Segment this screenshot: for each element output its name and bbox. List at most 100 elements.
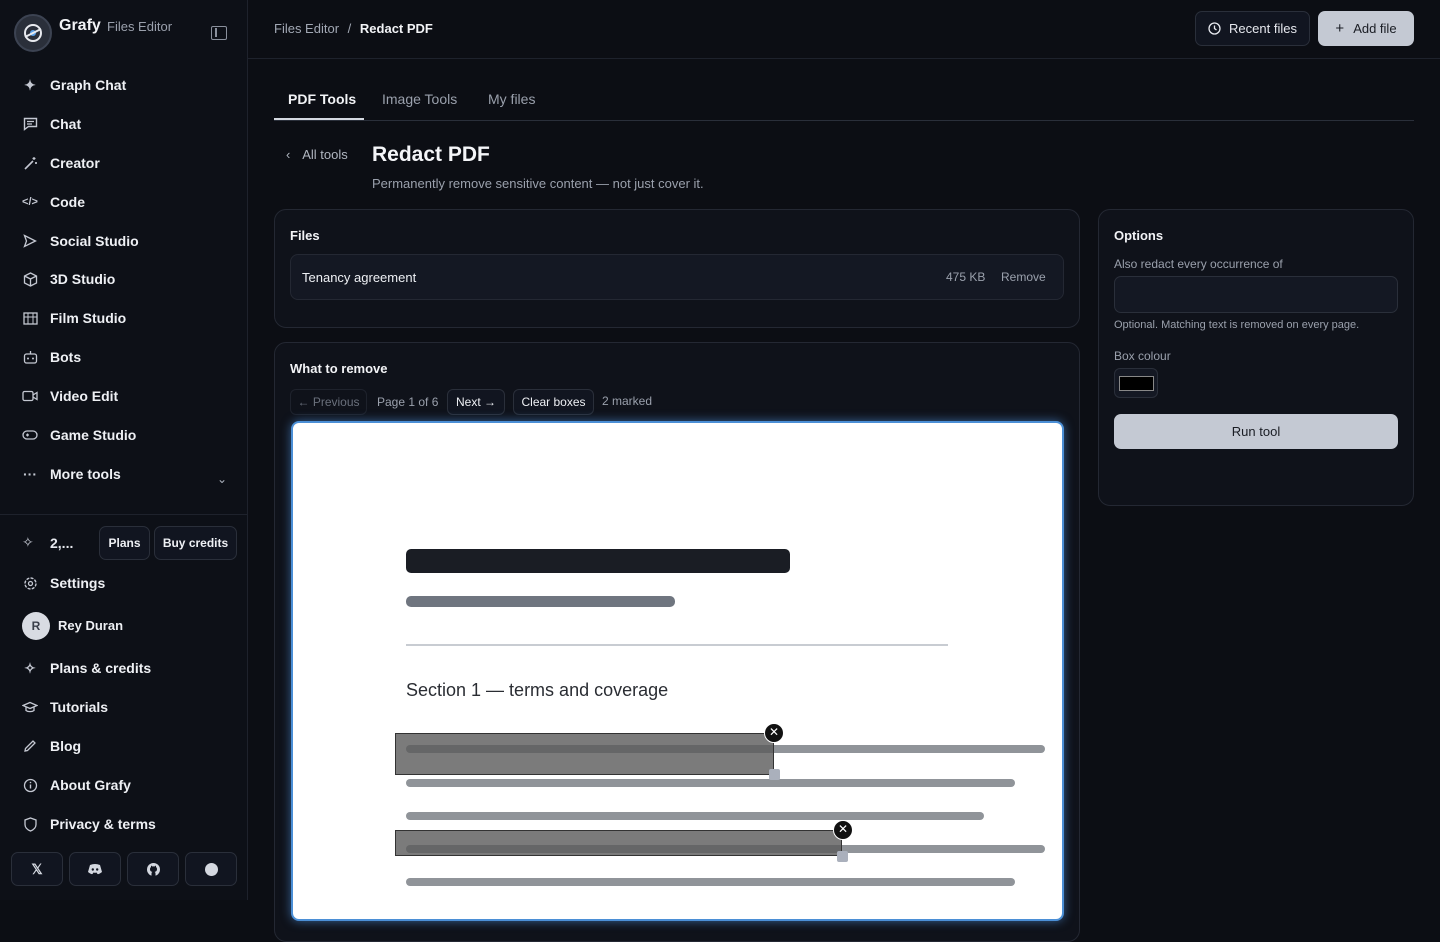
code-icon: </> — [22, 196, 38, 208]
sidebar-item-about[interactable]: About Grafy — [22, 774, 131, 796]
marked-count: 2 marked — [602, 394, 653, 408]
buy-credits-button[interactable]: Buy credits — [154, 526, 237, 560]
sidebar-item-chat[interactable]: Chat — [22, 113, 81, 135]
remove-title: What to remove — [290, 361, 388, 376]
chevron-left-icon: ‹ — [286, 147, 291, 162]
pdf-page-canvas[interactable]: Section 1 — terms and coverage ✕ ✕ — [291, 421, 1064, 921]
doc-text-line — [406, 812, 984, 820]
breadcrumb-current: Redact PDF — [359, 21, 433, 36]
doc-section-heading: Section 1 — terms and coverage — [406, 680, 669, 700]
options-card: Options Also redact every occurrence of … — [1098, 209, 1414, 506]
plus-icon: + — [1335, 20, 1345, 37]
close-icon[interactable]: ✕ — [833, 820, 853, 840]
breadcrumb: Files Editor / Redact PDF — [274, 21, 433, 36]
add-file-button[interactable]: + Add file — [1318, 11, 1414, 46]
circle-icon[interactable] — [185, 852, 237, 886]
info-icon — [22, 777, 38, 793]
sidebar-divider — [0, 514, 248, 515]
sidebar-item-blog[interactable]: Blog — [22, 735, 81, 757]
gamepad-icon — [22, 427, 38, 443]
occurrence-hint: Optional. Matching text is removed on ev… — [1114, 319, 1360, 331]
occurrence-label: Also redact every occurrence of — [1114, 257, 1283, 271]
file-row: Tenancy agreement 475 KB Remove — [290, 254, 1064, 300]
page-subtitle: Permanently remove sensitive content — n… — [372, 176, 704, 191]
sidebar-item-game-studio[interactable]: Game Studio — [22, 424, 136, 446]
doc-text-line — [406, 779, 1015, 787]
redaction-box[interactable] — [395, 830, 842, 856]
box-colour-swatch — [1119, 376, 1154, 391]
next-page-button[interactable]: Next → — [447, 389, 505, 415]
topbar: Files Editor / Redact PDF Recent files +… — [248, 0, 1440, 59]
all-tools-link[interactable]: ‹ All tools — [286, 147, 348, 162]
gear-icon — [22, 575, 38, 591]
film-icon — [22, 310, 38, 326]
doc-text-line — [406, 878, 1015, 886]
occurrence-input[interactable] — [1114, 276, 1398, 313]
file-size: 475 KB — [946, 270, 986, 284]
tab-image-tools[interactable]: Image Tools — [382, 91, 457, 107]
sidebar-collapse-icon[interactable] — [211, 26, 227, 40]
sidebar-item-bots[interactable]: Bots — [22, 346, 81, 368]
graduation-icon — [22, 699, 38, 715]
run-tool-button[interactable]: Run tool — [1114, 414, 1398, 449]
sidebar-item-social-studio[interactable]: Social Studio — [22, 230, 139, 252]
box-colour-label: Box colour — [1114, 349, 1171, 363]
tool-tabs: PDF Tools Image Tools My files — [274, 80, 1414, 121]
sidebar-item-settings[interactable]: Settings — [22, 572, 105, 594]
sidebar-item-plans-credits[interactable]: ✧ Plans & credits — [22, 657, 151, 679]
sidebar: Grafy Files Editor ✦ Graph Chat Chat Crea… — [0, 0, 248, 900]
brand[interactable]: Grafy Files Editor — [14, 14, 234, 52]
sidebar-item-more-tools[interactable]: ··· More tools — [22, 463, 121, 485]
video-icon — [22, 388, 38, 404]
remove-file-button[interactable]: Remove — [1001, 270, 1046, 284]
sidebar-item-film-studio[interactable]: Film Studio — [22, 307, 126, 329]
clock-icon — [1208, 22, 1221, 35]
resize-handle[interactable] — [837, 851, 848, 862]
doc-divider — [406, 644, 948, 646]
github-icon[interactable] — [127, 852, 179, 886]
tab-pdf-tools[interactable]: PDF Tools — [288, 91, 356, 107]
avatar[interactable]: R — [22, 612, 50, 640]
brand-subtitle: Files Editor — [107, 19, 173, 34]
breadcrumb-parent[interactable]: Files Editor — [274, 21, 339, 36]
file-name: Tenancy agreement — [302, 270, 417, 285]
chevron-down-icon[interactable]: ⌄ — [217, 472, 227, 486]
active-tab-indicator — [274, 118, 364, 120]
doc-subtitle-placeholder — [406, 596, 675, 607]
redaction-box[interactable] — [395, 733, 774, 775]
user-name[interactable]: Rey Duran — [58, 618, 123, 633]
cube-icon — [22, 271, 38, 287]
plans-button[interactable]: Plans — [99, 526, 150, 560]
sidebar-item-tutorials[interactable]: Tutorials — [22, 696, 108, 718]
grafy-logo-icon — [14, 14, 52, 52]
files-title: Files — [290, 228, 320, 243]
wand-icon — [22, 155, 38, 171]
sidebar-item-privacy[interactable]: Privacy & terms — [22, 813, 156, 835]
resize-handle[interactable] — [769, 769, 780, 780]
close-icon[interactable]: ✕ — [764, 723, 784, 743]
credits-amount: 2,... — [50, 535, 74, 551]
previous-page-button[interactable]: ← Previous — [290, 389, 367, 415]
recent-files-button[interactable]: Recent files — [1195, 11, 1310, 46]
doc-title-placeholder — [406, 549, 790, 573]
sidebar-item-code[interactable]: </> Code — [22, 191, 85, 213]
breadcrumb-separator: / — [347, 21, 352, 36]
send-icon — [22, 233, 38, 249]
pen-icon — [22, 738, 38, 754]
x-icon[interactable]: 𝕏 — [11, 852, 63, 886]
box-colour-picker[interactable] — [1114, 368, 1158, 398]
dots-icon: ··· — [23, 466, 37, 482]
bot-icon — [22, 349, 38, 365]
sidebar-item-graph-chat[interactable]: ✦ Graph Chat — [22, 74, 126, 96]
chat-icon — [22, 116, 38, 132]
sidebar-item-video-edit[interactable]: Video Edit — [22, 385, 118, 407]
sidebar-item-creator[interactable]: Creator — [22, 152, 100, 174]
tab-my-files[interactable]: My files — [488, 91, 535, 107]
page-title: Redact PDF — [372, 143, 490, 166]
discord-icon[interactable] — [69, 852, 121, 886]
options-title: Options — [1114, 228, 1164, 243]
clear-boxes-button[interactable]: Clear boxes — [513, 389, 594, 415]
sparkle-icon: ✧ — [22, 534, 34, 550]
files-card: Files Tenancy agreement 475 KB Remove — [274, 209, 1080, 328]
sidebar-item-3d-studio[interactable]: 3D Studio — [22, 268, 115, 290]
